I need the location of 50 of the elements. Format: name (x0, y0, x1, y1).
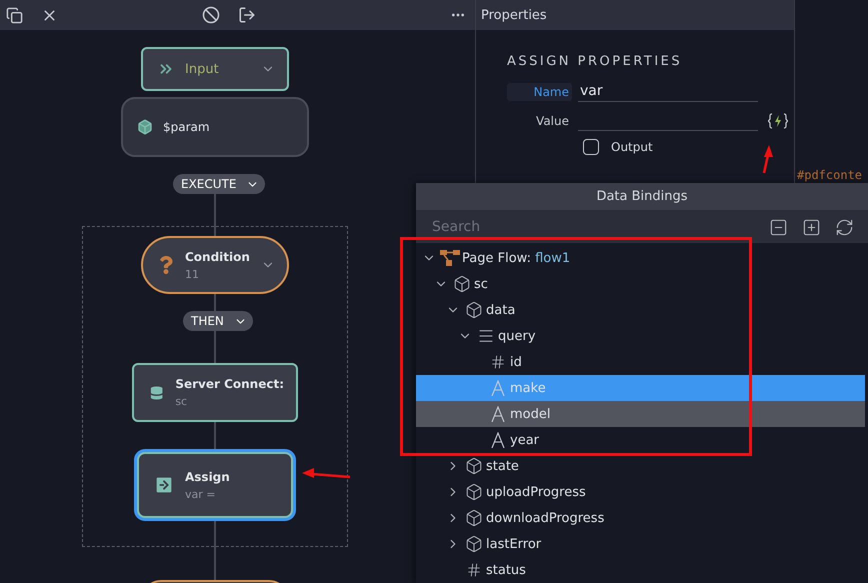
tree-item[interactable]: status (416, 557, 865, 583)
cube-icon (465, 483, 483, 501)
panel-title: Data Bindings (416, 183, 868, 211)
input-field[interactable]: var (578, 81, 758, 102)
tree-item[interactable]: model (416, 401, 865, 427)
annotation-arrow (761, 145, 773, 173)
text-type-icon (491, 406, 505, 422)
tree-item[interactable]: downloadProgress (416, 505, 865, 531)
hash-icon (466, 562, 482, 578)
text-type-icon (491, 432, 505, 448)
checkbox[interactable] (583, 139, 599, 155)
search-bar[interactable]: Search (416, 211, 868, 243)
tree-item[interactable]: data (416, 297, 865, 323)
flow-node[interactable]: Condition 11 (141, 236, 289, 294)
flow-node[interactable]: $param (121, 97, 309, 157)
tree-item[interactable]: uploadProgress (416, 479, 865, 505)
flow-icon (440, 250, 460, 266)
tree-item[interactable]: query (416, 323, 865, 349)
flow-node[interactable]: Server Connect: sc (132, 363, 298, 422)
code-text: #pdfconte (797, 168, 862, 182)
bind-data-icon[interactable] (768, 112, 788, 128)
flow-node[interactable]: Input (141, 47, 289, 91)
tree-item[interactable]: Page Flow: flow1 (416, 245, 865, 271)
cube-icon (137, 119, 153, 135)
annotation-arrow (300, 468, 350, 480)
cube-icon (465, 535, 483, 553)
refresh-button[interactable] (835, 218, 854, 236)
branch-pill[interactable]: THEN (183, 311, 253, 331)
question-icon (157, 256, 175, 274)
checkbox-label: Output (611, 140, 653, 154)
collapse-button[interactable] (769, 218, 788, 236)
tree-item[interactable]: id (416, 349, 865, 375)
tree-item[interactable]: lastError (416, 531, 865, 557)
field-label: Name (507, 82, 572, 100)
flow-node[interactable]: Assign var = (137, 452, 293, 518)
tree-item[interactable]: sc (416, 271, 865, 297)
panel-title: Properties (476, 0, 794, 30)
cube-icon (453, 275, 471, 293)
cube-icon (465, 301, 483, 319)
cube-icon (465, 457, 483, 475)
hash-icon (490, 354, 506, 370)
tree-item[interactable]: year (416, 427, 865, 453)
expand-button[interactable] (802, 218, 821, 236)
cube-icon (465, 509, 483, 527)
search-field[interactable]: Search (430, 218, 755, 236)
text-type-icon (491, 380, 505, 396)
branch-pill[interactable]: EXECUTE (173, 174, 266, 194)
tree-item[interactable]: state (416, 453, 865, 479)
section-heading: ASSIGN PROPERTIES (507, 54, 684, 69)
field-label: Value (535, 112, 570, 130)
